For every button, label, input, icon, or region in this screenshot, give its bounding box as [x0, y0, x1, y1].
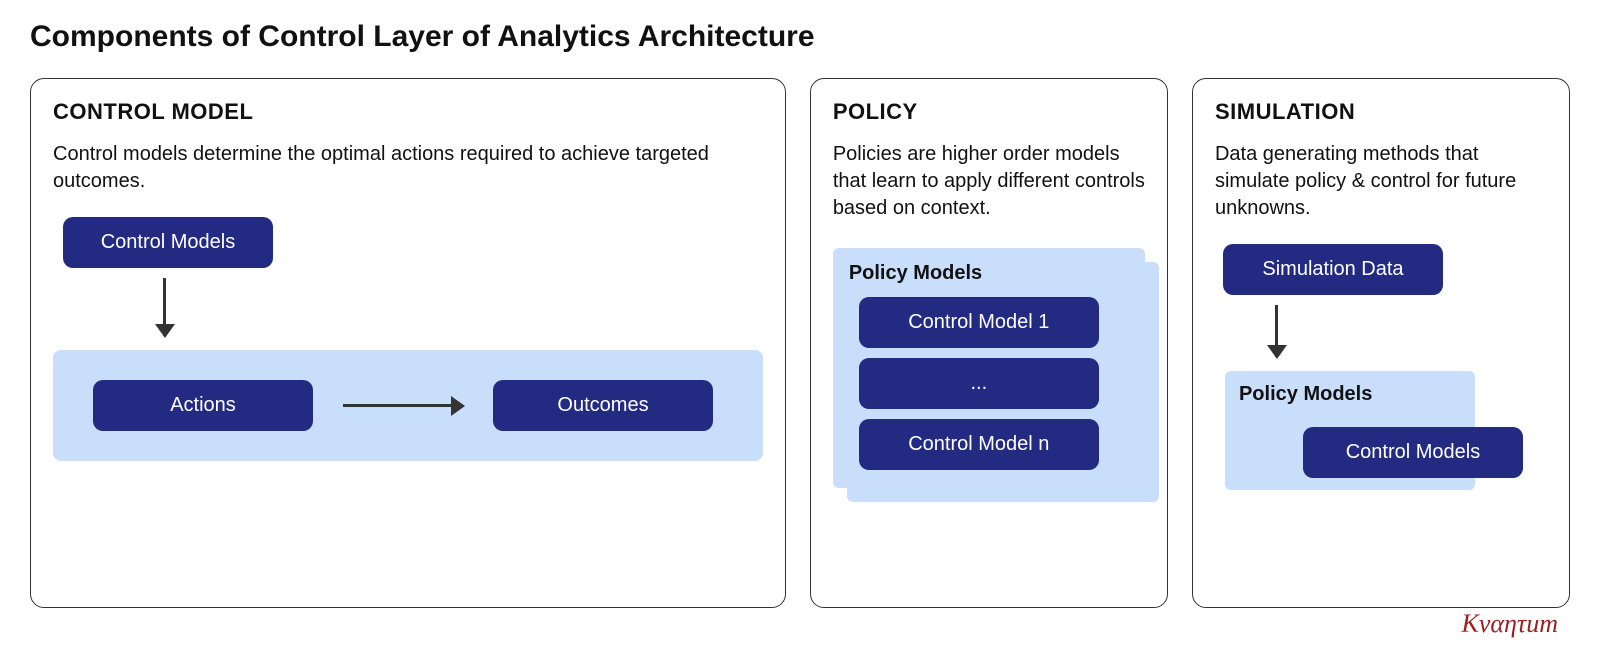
panel-simulation: SIMULATION Data generating methods that … [1192, 78, 1570, 608]
box-control-model-ellipsis: ... [859, 358, 1099, 409]
policy-models-title: Policy Models [849, 262, 1129, 285]
panels-row: CONTROL MODEL Control models determine t… [30, 78, 1570, 608]
box-control-model-1: Control Model 1 [859, 297, 1099, 348]
page-title: Components of Control Layer of Analytics… [30, 20, 1570, 54]
panel-heading-simulation: SIMULATION [1215, 99, 1547, 125]
control-flow-container: Actions Outcomes [53, 350, 763, 461]
box-control-model-n: Control Model n [859, 419, 1099, 470]
policy-models-container: Policy Models Control Model 1 ... Contro… [833, 248, 1145, 488]
panel-heading-policy: POLICY [833, 99, 1145, 125]
box-outcomes: Outcomes [493, 380, 713, 431]
panel-desc-control: Control models determine the optimal act… [53, 141, 763, 195]
sim-policy-container: Policy Models Control Models [1225, 371, 1475, 490]
box-control-models: Control Models [63, 217, 273, 268]
panel-heading-control: CONTROL MODEL [53, 99, 763, 125]
box-simulation-data: Simulation Data [1223, 244, 1443, 295]
panel-control-model: CONTROL MODEL Control models determine t… [30, 78, 786, 608]
brand-logo: Κναητum [1461, 609, 1558, 639]
panel-policy: POLICY Policies are higher order models … [810, 78, 1168, 608]
arrow-down-icon [1275, 305, 1278, 357]
arrow-down-icon [163, 278, 166, 336]
box-actions: Actions [93, 380, 313, 431]
arrow-right-icon [343, 404, 463, 407]
panel-desc-policy: Policies are higher order models that le… [833, 141, 1145, 222]
box-sim-control-models: Control Models [1303, 427, 1523, 478]
sim-policy-title: Policy Models [1239, 383, 1461, 406]
panel-desc-simulation: Data generating methods that simulate po… [1215, 141, 1547, 222]
